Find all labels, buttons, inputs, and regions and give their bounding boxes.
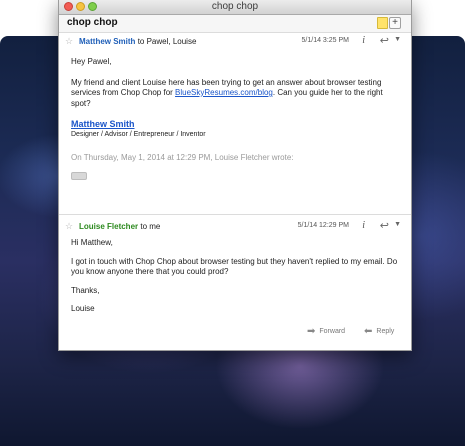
info-icon[interactable]: i	[362, 35, 365, 46]
message-from: Matthew Smith to Pawel, Louise	[79, 37, 196, 46]
message-date: 5/1/14 12:29 PM	[297, 222, 349, 229]
greeting: Hey Pawel,	[71, 57, 112, 66]
greeting: Hi Matthew,	[71, 238, 113, 247]
title-bar: chop chop	[59, 0, 411, 15]
close-window-button[interactable]	[64, 2, 73, 11]
message-body: Hi Matthew, I got in touch with Chop Cho…	[71, 238, 401, 315]
message-body: Hey Pawel, My friend and client Louise h…	[71, 57, 401, 183]
conversation-subject: chop chop	[67, 17, 118, 28]
add-button[interactable]: +	[389, 17, 401, 29]
message-from: Louise Fletcher to me	[79, 222, 160, 231]
message-divider	[59, 214, 411, 215]
minimize-window-button[interactable]	[76, 2, 85, 11]
blog-link[interactable]: BlueSkyResumes.com/blog	[175, 88, 273, 97]
chevron-down-icon[interactable]: ▼	[394, 221, 401, 228]
traffic-lights	[64, 2, 97, 11]
show-quoted-text[interactable]	[71, 171, 401, 184]
message-date: 5/1/14 3:25 PM	[301, 37, 349, 44]
message-paragraph: I got in touch with Chop Chop about brow…	[71, 256, 398, 277]
window-title: chop chop	[211, 1, 259, 12]
ellipsis-icon[interactable]	[71, 171, 87, 180]
signature-title: Designer / Advisor / Entrepreneur / Inve…	[71, 130, 206, 138]
signoff: Louise	[71, 304, 95, 313]
recipients: to me	[140, 222, 161, 231]
message-paragraph: My friend and client Louise here has bee…	[71, 78, 401, 110]
sender-name[interactable]: Louise Fletcher	[79, 222, 138, 231]
forward-label: Forward	[319, 328, 346, 335]
quote-header: On Thursday, May 1, 2014 at 12:29 PM, Lo…	[71, 153, 294, 162]
reply-icon[interactable]: ↩	[380, 219, 389, 232]
thanks-line: Thanks,	[71, 285, 100, 295]
reply-arrow-icon: ⬅	[364, 326, 373, 337]
zoom-window-button[interactable]	[88, 2, 97, 11]
recipients: to Pawel, Louise	[137, 37, 197, 46]
star-icon[interactable]: ☆	[65, 36, 73, 47]
subject-bar: chop chop +	[59, 15, 411, 33]
message-header[interactable]: ☆ Matthew Smith to Pawel, Louise 5/1/14 …	[59, 33, 411, 51]
sender-name[interactable]: Matthew Smith	[79, 37, 135, 46]
mail-window: chop chop chop chop + ☆ Matthew Smith to…	[58, 0, 412, 351]
signature-name[interactable]: Matthew Smith	[71, 119, 401, 130]
reply-button[interactable]: ⬅ Reply	[364, 326, 394, 337]
forward-arrow-icon: ➡	[307, 326, 316, 337]
chevron-down-icon[interactable]: ▼	[394, 36, 401, 43]
info-icon[interactable]: i	[362, 220, 365, 231]
reply-icon[interactable]: ↩	[380, 34, 389, 47]
note-icon[interactable]	[377, 17, 388, 29]
message-header[interactable]: ☆ Louise Fletcher to me 5/1/14 12:29 PM …	[59, 218, 411, 236]
forward-button[interactable]: ➡ Forward	[307, 326, 345, 337]
reply-label: Reply	[376, 328, 395, 335]
star-icon[interactable]: ☆	[65, 221, 73, 232]
